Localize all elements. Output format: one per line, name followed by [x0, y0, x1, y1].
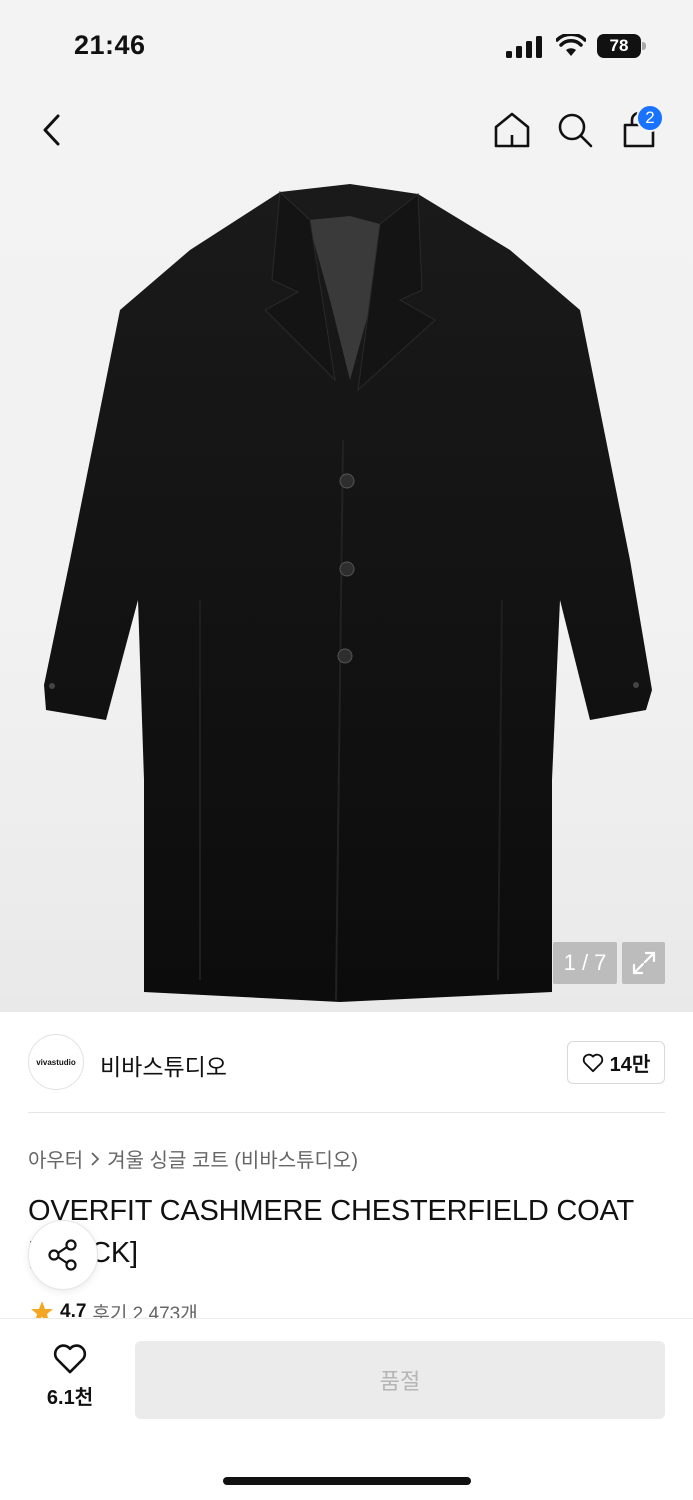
breadcrumb-category[interactable]: 아우터 [28, 1144, 83, 1173]
brand-like-button[interactable]: 14만 [567, 1041, 665, 1084]
expand-image-button[interactable] [622, 942, 665, 984]
cart-count-badge: 2 [636, 104, 664, 132]
search-button[interactable] [550, 100, 600, 160]
bottom-action-bar: 6.1천 품절 [0, 1318, 693, 1500]
wishlist-count: 6.1천 [46, 1387, 94, 1409]
sold-out-button[interactable]: 품절 [135, 1341, 665, 1419]
battery-level: 78 [597, 34, 641, 58]
home-button[interactable] [487, 100, 537, 160]
product-title: OVERFIT CASHMERE CHESTERFIELD COAT [BLAC… [28, 1195, 634, 1269]
status-bar: 21:46 78 [0, 0, 693, 92]
product-image-coat [44, 184, 652, 1002]
status-time: 21:46 [74, 30, 146, 60]
home-icon [494, 112, 530, 148]
brand-row: vivastudio 비바스튜디오 14만 [28, 1034, 665, 1092]
share-icon [48, 1239, 77, 1271]
search-icon [558, 113, 593, 148]
chevron-left-icon [43, 114, 60, 146]
cellular-signal-icon [506, 36, 542, 58]
brand-name-link[interactable]: 비바스튜디오 [100, 1048, 227, 1082]
wishlist-button[interactable]: 6.1천 [30, 1343, 110, 1423]
back-button[interactable] [26, 100, 76, 160]
divider [28, 1112, 665, 1113]
image-page-indicator: 1 / 7 [553, 942, 617, 984]
wifi-icon [556, 34, 586, 56]
heart-icon [53, 1344, 87, 1374]
breadcrumb: 아우터 겨울 싱글 코트 (비바스튜디오) [28, 1144, 358, 1173]
expand-icon [632, 951, 655, 975]
product-image-gallery[interactable]: 21:46 78 2 1 / 7 [0, 0, 693, 1012]
heart-icon [582, 1053, 603, 1072]
home-indicator [223, 1477, 471, 1485]
brand-like-count: 14만 [609, 1054, 651, 1076]
breadcrumb-subcategory[interactable]: 겨울 싱글 코트 (비바스튜디오) [107, 1144, 358, 1173]
top-navigation [0, 100, 693, 160]
share-button[interactable] [28, 1220, 98, 1290]
brand-logo[interactable]: vivastudio [28, 1034, 84, 1090]
chevron-right-icon [91, 1151, 100, 1166]
battery-icon: 78 [597, 34, 647, 58]
